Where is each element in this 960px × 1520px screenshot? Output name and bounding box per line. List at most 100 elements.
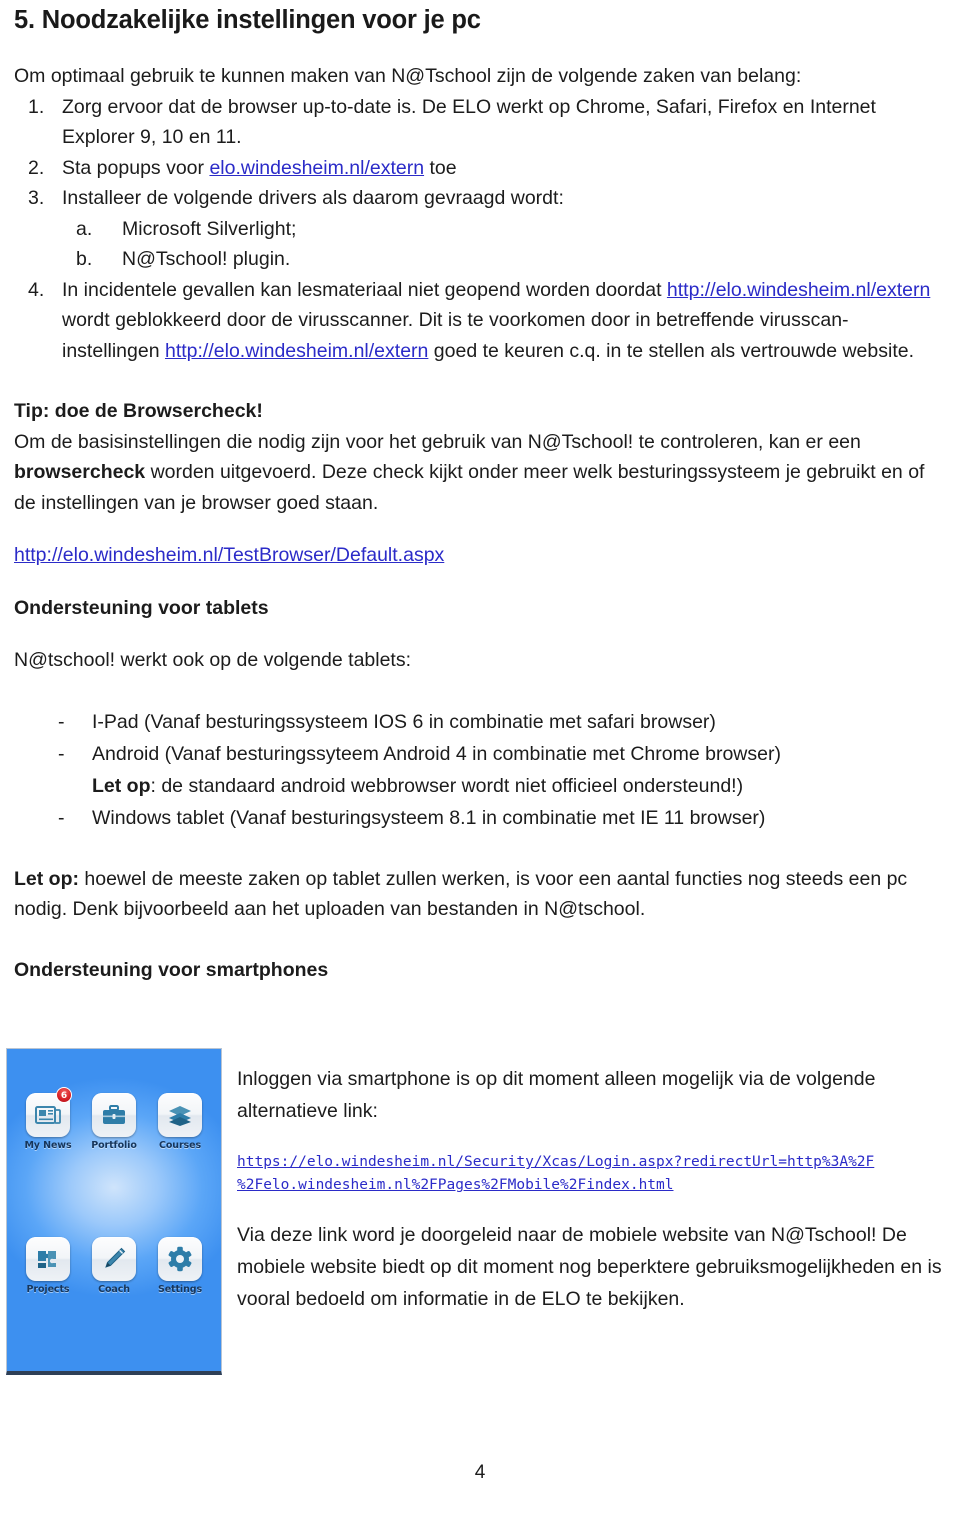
smartphone-text-block: Inloggen via smartphone is op dit moment…	[237, 1063, 952, 1315]
phone-screenshot-image: 6 My News Portfolio Courses Projects Coa…	[6, 1048, 222, 1375]
tablet-bullet-list: - I-Pad (Vanaf besturingssysteem IOS 6 in…	[14, 706, 946, 770]
app-tile[interactable]	[158, 1237, 202, 1281]
list-item-1: 1. Zorg ervoor dat de browser up-to-date …	[14, 92, 946, 153]
list-item-text-after: toe	[424, 156, 457, 179]
bullet-text: Windows tablet (Vanaf besturingsysteem 8…	[92, 806, 766, 829]
sub-item-text: Microsoft Silverlight;	[122, 217, 297, 240]
tablet-warning-bold: Let op:	[14, 867, 79, 890]
list-marker: 2.	[28, 156, 45, 179]
gear-icon	[167, 1246, 193, 1272]
app-tile[interactable]	[158, 1093, 202, 1137]
app-coach[interactable]: Coach	[88, 1237, 140, 1295]
app-label: Courses	[159, 1140, 201, 1151]
list-item-4: 4. In incidentele gevallen kan lesmateria…	[14, 275, 946, 367]
tablets-intro: N@tschool! werkt ook op de volgende tabl…	[14, 649, 412, 672]
app-label: Settings	[157, 1284, 203, 1295]
sub-item-a: a. Microsoft Silverlight;	[62, 214, 946, 245]
bullet-marker: -	[58, 742, 65, 765]
sub-item-text: N@Tschool! plugin.	[122, 248, 291, 271]
app-projects[interactable]: Projects	[22, 1237, 74, 1295]
tip-body-part2: worden uitgevoerd. Deze check kijkt onde…	[14, 461, 925, 514]
pen-icon	[101, 1246, 127, 1272]
bullet-text: Android (Vanaf besturingssyteem Android …	[92, 742, 781, 765]
app-icon-row-1: 6 My News Portfolio Courses	[7, 1087, 221, 1151]
app-label: Projects	[26, 1284, 70, 1295]
list-item-2: 2. Sta popups voor elo.windesheim.nl/exte…	[14, 153, 946, 184]
app-tile[interactable]	[92, 1093, 136, 1137]
layers-icon	[167, 1104, 193, 1127]
list-item-3: 3. Installeer de volgende drivers als daa…	[14, 183, 946, 275]
elo-extern-link[interactable]: elo.windesheim.nl/extern	[209, 157, 424, 179]
tip-body: Om de basisinstellingen die nodig zijn v…	[14, 427, 946, 519]
tablet-warning-rest: hoewel de meeste zaken op tablet zullen …	[14, 867, 908, 921]
briefcase-icon	[101, 1104, 127, 1127]
document-content: 5. Noodzakelijke instellingen voor je pc…	[14, 6, 946, 985]
page-number: 4	[474, 1462, 486, 1483]
app-tile[interactable]	[92, 1237, 136, 1281]
app-label: Coach	[98, 1284, 130, 1295]
mobile-login-link-line1[interactable]: https://elo.windesheim.nl/Security/Xcas/…	[237, 1151, 952, 1174]
item4-part3: goed te keuren c.q. in te stellen als ve…	[428, 339, 914, 362]
app-icon-grid: 6 My News Portfolio Courses Projects Coa…	[7, 1087, 221, 1295]
list-item-text-before: Sta popups voor	[62, 156, 210, 179]
smartphone-outro: Via deze link word je doorgeleid naar de…	[237, 1224, 942, 1310]
document-page: 5. Noodzakelijke instellingen voor je pc…	[0, 0, 960, 1520]
tablet-bullet-android: - Android (Vanaf besturingssyteem Android…	[14, 738, 946, 770]
app-my-news[interactable]: 6 My News	[22, 1087, 74, 1151]
tip-body-bold: browsercheck	[14, 461, 146, 484]
android-note-bold: Let op	[92, 774, 151, 797]
tablets-heading: Ondersteuning voor tablets	[14, 596, 269, 619]
drivers-sublist: a. Microsoft Silverlight; b. N@Tschool! pl…	[62, 214, 946, 275]
tablet-bullet-ipad: - I-Pad (Vanaf besturingssysteem IOS 6 in…	[14, 706, 946, 738]
item4-part1: In incidentele gevallen kan lesmateriaal…	[62, 278, 667, 301]
app-tile[interactable]	[26, 1237, 70, 1281]
app-label: Portfolio	[91, 1140, 137, 1151]
mobile-login-link-line2[interactable]: %2Felo.windesheim.nl%2FPages%2FMobile%2F…	[237, 1174, 952, 1197]
app-icon-row-2: Projects Coach Settings	[7, 1237, 221, 1295]
list-marker: 1.	[28, 95, 45, 118]
browsercheck-link[interactable]: http://elo.windesheim.nl/TestBrowser/Def…	[14, 544, 444, 566]
tip-body-part1: Om de basisinstellingen die nodig zijn v…	[14, 430, 861, 453]
bullet-marker: -	[58, 710, 65, 733]
sub-marker: a.	[76, 217, 93, 240]
app-tile[interactable]: 6	[26, 1087, 72, 1137]
sub-item-b: b. N@Tschool! plugin.	[62, 244, 946, 275]
page-title: 5. Noodzakelijke instellingen voor je pc	[14, 6, 481, 34]
browsercheck-link-row: http://elo.windesheim.nl/TestBrowser/Def…	[14, 540, 946, 571]
virusscanner-link-2[interactable]: http://elo.windesheim.nl/extern	[165, 340, 428, 362]
android-note-rest: : de standaard android webbrowser wordt …	[150, 774, 744, 797]
news-icon	[35, 1104, 61, 1126]
virusscanner-link-1[interactable]: http://elo.windesheim.nl/extern	[667, 279, 930, 301]
smartphone-section: 6 My News Portfolio Courses Projects Coa…	[0, 1043, 960, 1443]
tablet-bullet-list-cont: - Windows tablet (Vanaf besturingsysteem …	[14, 802, 946, 834]
app-settings[interactable]: Settings	[154, 1237, 206, 1295]
smartphones-heading: Ondersteuning voor smartphones	[14, 958, 329, 981]
tablet-warning: Let op: hoewel de meeste zaken op tablet…	[14, 864, 946, 925]
puzzle-icon	[35, 1247, 61, 1271]
requirements-list: 1. Zorg ervoor dat de browser up-to-date …	[14, 92, 946, 367]
smartphone-intro: Inloggen via smartphone is op dit moment…	[237, 1068, 876, 1122]
bullet-text: I-Pad (Vanaf besturingssysteem IOS 6 in …	[92, 710, 716, 733]
bullet-marker: -	[58, 806, 65, 829]
android-note: Let op: de standaard android webbrowser …	[14, 770, 946, 802]
sub-marker: b.	[76, 248, 93, 271]
list-marker: 4.	[28, 278, 45, 301]
intro-paragraph: Om optimaal gebruik te kunnen maken van …	[14, 65, 802, 88]
news-badge: 6	[56, 1087, 72, 1103]
list-marker: 3.	[28, 187, 45, 210]
app-courses[interactable]: Courses	[154, 1093, 206, 1151]
tablet-bullet-windows: - Windows tablet (Vanaf besturingsysteem …	[14, 802, 946, 834]
list-item-text: Zorg ervoor dat de browser up-to-date is…	[62, 95, 876, 149]
tip-heading: Tip: doe de Browsercheck!	[14, 400, 263, 423]
app-portfolio[interactable]: Portfolio	[88, 1093, 140, 1151]
app-label: My News	[24, 1140, 72, 1151]
